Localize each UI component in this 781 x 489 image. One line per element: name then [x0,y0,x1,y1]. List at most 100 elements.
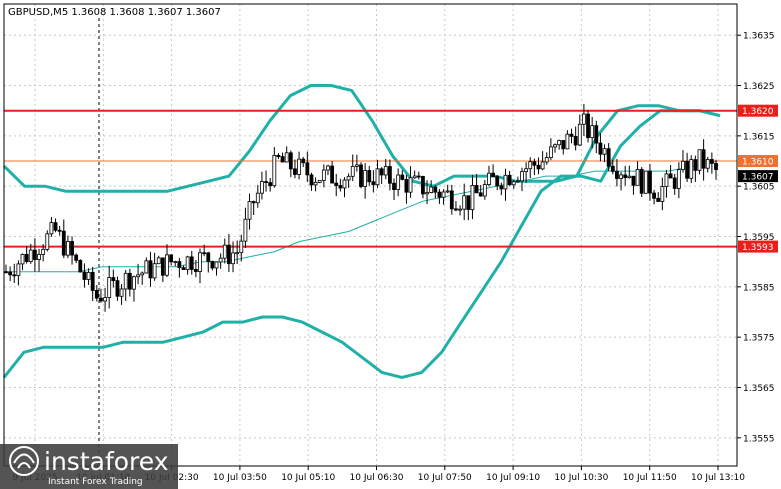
candle-body [705,159,710,169]
candle-body [189,256,194,270]
candle-body [284,152,289,163]
candle-body [676,169,681,189]
candle-body [557,140,562,146]
candle-body [499,185,504,190]
candle-body [520,171,524,182]
candle-body [652,192,656,199]
candle-body [239,240,244,254]
candle-body [590,125,595,139]
candle-body [140,272,145,276]
candle-body [338,185,343,189]
candle-body [107,277,112,299]
watermark-brand: instaforex [44,447,169,476]
candle-body [503,174,508,190]
candle-body [288,152,293,170]
candle-body [251,201,256,204]
candle-body [672,177,677,189]
candle-body [309,174,314,186]
candle-body [441,191,446,198]
candle-body [631,175,636,186]
candle-body [198,252,202,272]
candle-body [280,156,285,163]
x-tick-label: 10 Jul 09:10 [486,473,540,483]
candle-body [392,182,396,191]
candle-body [528,161,533,170]
candle-body [363,170,368,187]
candle-body [317,179,322,183]
candle-body [623,174,628,179]
candle-body [111,277,116,282]
candle-body [32,249,37,260]
candle-body [297,158,301,175]
y-tick-label: 1.3615 [743,132,775,142]
candle-body [429,186,434,193]
candle-body [243,218,248,242]
candle-body [681,160,685,171]
candle-body [553,144,557,148]
candle-body [49,222,54,235]
candle-body [408,177,413,193]
chart-header: GBPUSD,M5 1.3608 1.3608 1.3607 1.3607 [8,7,221,18]
candle-body [342,179,347,189]
candle-body [573,136,578,146]
candle-body [12,274,17,277]
candle-body [181,267,186,270]
candle-body [222,244,227,259]
candle-body [90,271,95,291]
candle-body [709,159,714,164]
candle-body [598,142,603,155]
candle-body [4,271,8,274]
candle-body [470,185,475,211]
candle-body [524,168,529,173]
y-tick-label: 1.3635 [743,32,775,42]
candle-body [359,164,363,187]
candle-body [53,222,58,231]
y-tick-label: 1.3575 [743,334,775,344]
watermark-tagline: Instant Forex Trading [48,477,143,487]
candle-body [144,260,149,274]
candle-body [66,241,70,256]
candle-body [689,159,694,179]
candle-body [86,271,91,280]
candle-body [561,140,566,150]
candle-body [330,165,335,184]
candle-body [74,254,79,261]
x-tick-label: 10 Jul 07:50 [418,473,472,483]
candle-body [507,174,512,186]
candle-body [594,125,599,144]
chart: 1.3635 1.3625 1.3615 1.3605 1.3595 1.3585 1.35… [0,0,781,489]
candle-body [383,166,388,176]
candle-body [449,190,454,210]
candle-body [177,261,182,269]
instaforex-watermark: instaforex Instant Forex Trading [0,444,178,489]
y-tick-label: 1.3605 [743,183,775,193]
candle-body [227,244,231,265]
candle-body [103,297,107,302]
candle-body [193,269,198,272]
candle-body [582,113,586,125]
candle-body [668,173,673,179]
candle-body [478,192,483,197]
candle-body [648,170,652,194]
candle-body [313,181,318,186]
candle-body [466,195,471,211]
candle-body [115,280,120,297]
candle-body [379,168,384,176]
level-tag-label: 1.3610 [742,158,774,168]
candle-body [57,229,62,232]
candle-body [660,186,665,202]
candle-body [540,161,545,170]
candle-body [536,164,541,170]
candle-body [28,249,33,263]
candle-body [8,271,13,276]
candle-body [548,146,553,158]
candle-body [160,257,165,276]
candle-body [569,133,574,137]
candle-body [202,252,207,255]
candle-body [272,154,277,187]
candle-body [301,158,306,164]
x-tick-label: 10 Jul 10:30 [554,473,608,483]
candle-body [664,173,669,187]
candle-body [416,175,421,178]
candle-body [714,163,718,170]
